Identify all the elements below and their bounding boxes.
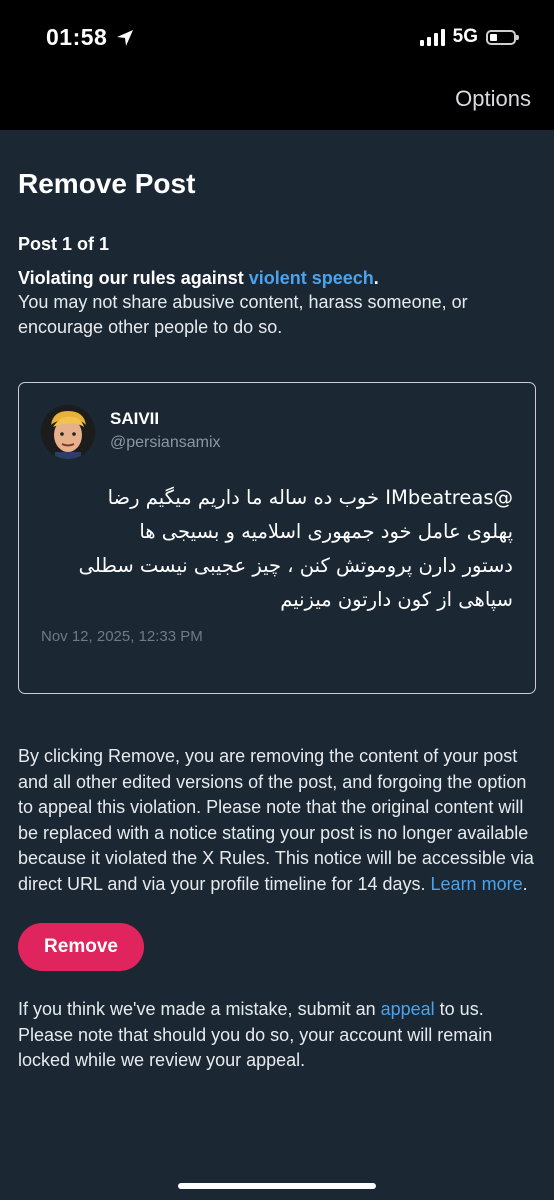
post-text: @IMbeatreas خوب ده ساله ما داریم میگیم ر…	[41, 481, 513, 617]
post-text-line: دستور دارن پروموتش کنن ، چیز عجیبی نیست …	[78, 554, 513, 577]
appeal-notice: If you think we've made a mistake, submi…	[18, 997, 536, 1074]
notice-text: By clicking Remove, you are removing the…	[18, 746, 534, 894]
post-date: Nov 12, 2025, 12:33 PM	[41, 628, 203, 645]
home-indicator[interactable]	[178, 1183, 376, 1189]
appeal-link[interactable]: appeal	[381, 999, 435, 1019]
post-text-line: @IMbeatreas خوب ده ساله ما داریم میگیم ر…	[107, 486, 513, 509]
remove-button[interactable]: Remove	[18, 923, 144, 971]
avatar	[41, 405, 95, 459]
options-button[interactable]: Options	[455, 86, 531, 112]
page-title: Remove Post	[18, 168, 196, 199]
battery-icon	[486, 29, 519, 45]
removal-notice: By clicking Remove, you are removing the…	[18, 744, 536, 897]
post-count: Post 1 of 1	[18, 234, 110, 254]
avatar-image	[41, 405, 95, 459]
post-text-line: سپاهی از کون دارتون میزنیم	[280, 588, 513, 611]
post-text-line: پهلوی عامل خود جمهوری اسلامیه و بسیجی ها	[139, 520, 513, 543]
violation-description: You may not share abusive content, haras…	[18, 292, 468, 337]
author-name: SAIVII	[110, 409, 160, 428]
location-arrow-icon	[117, 29, 134, 46]
appeal-prefix: If you think we've made a mistake, submi…	[18, 999, 381, 1019]
status-bar: 01:58 5G	[0, 0, 554, 70]
status-indicators: 5G	[419, 26, 519, 48]
top-nav: Options	[0, 70, 554, 130]
main-content: Remove Post Post 1 of 1 Violating our ru…	[18, 130, 536, 1074]
learn-more-link[interactable]: Learn more	[431, 874, 523, 894]
violation-heading: Violating our rules against violent spee…	[18, 266, 536, 290]
notice-suffix: .	[522, 873, 528, 894]
violation-prefix: Violating our rules against	[18, 268, 249, 288]
signal-bars-icon	[419, 28, 445, 46]
violent-speech-link[interactable]: violent speech	[249, 268, 374, 288]
violation-suffix: .	[373, 268, 379, 288]
network-type: 5G	[452, 26, 478, 47]
post-card: SAIVII @persiansamix @IMbeatreas خوب ده …	[18, 382, 536, 694]
time-text: 01:58	[46, 24, 108, 50]
status-time: 01:58	[46, 24, 135, 51]
author-handle: @persiansamix	[110, 434, 221, 451]
